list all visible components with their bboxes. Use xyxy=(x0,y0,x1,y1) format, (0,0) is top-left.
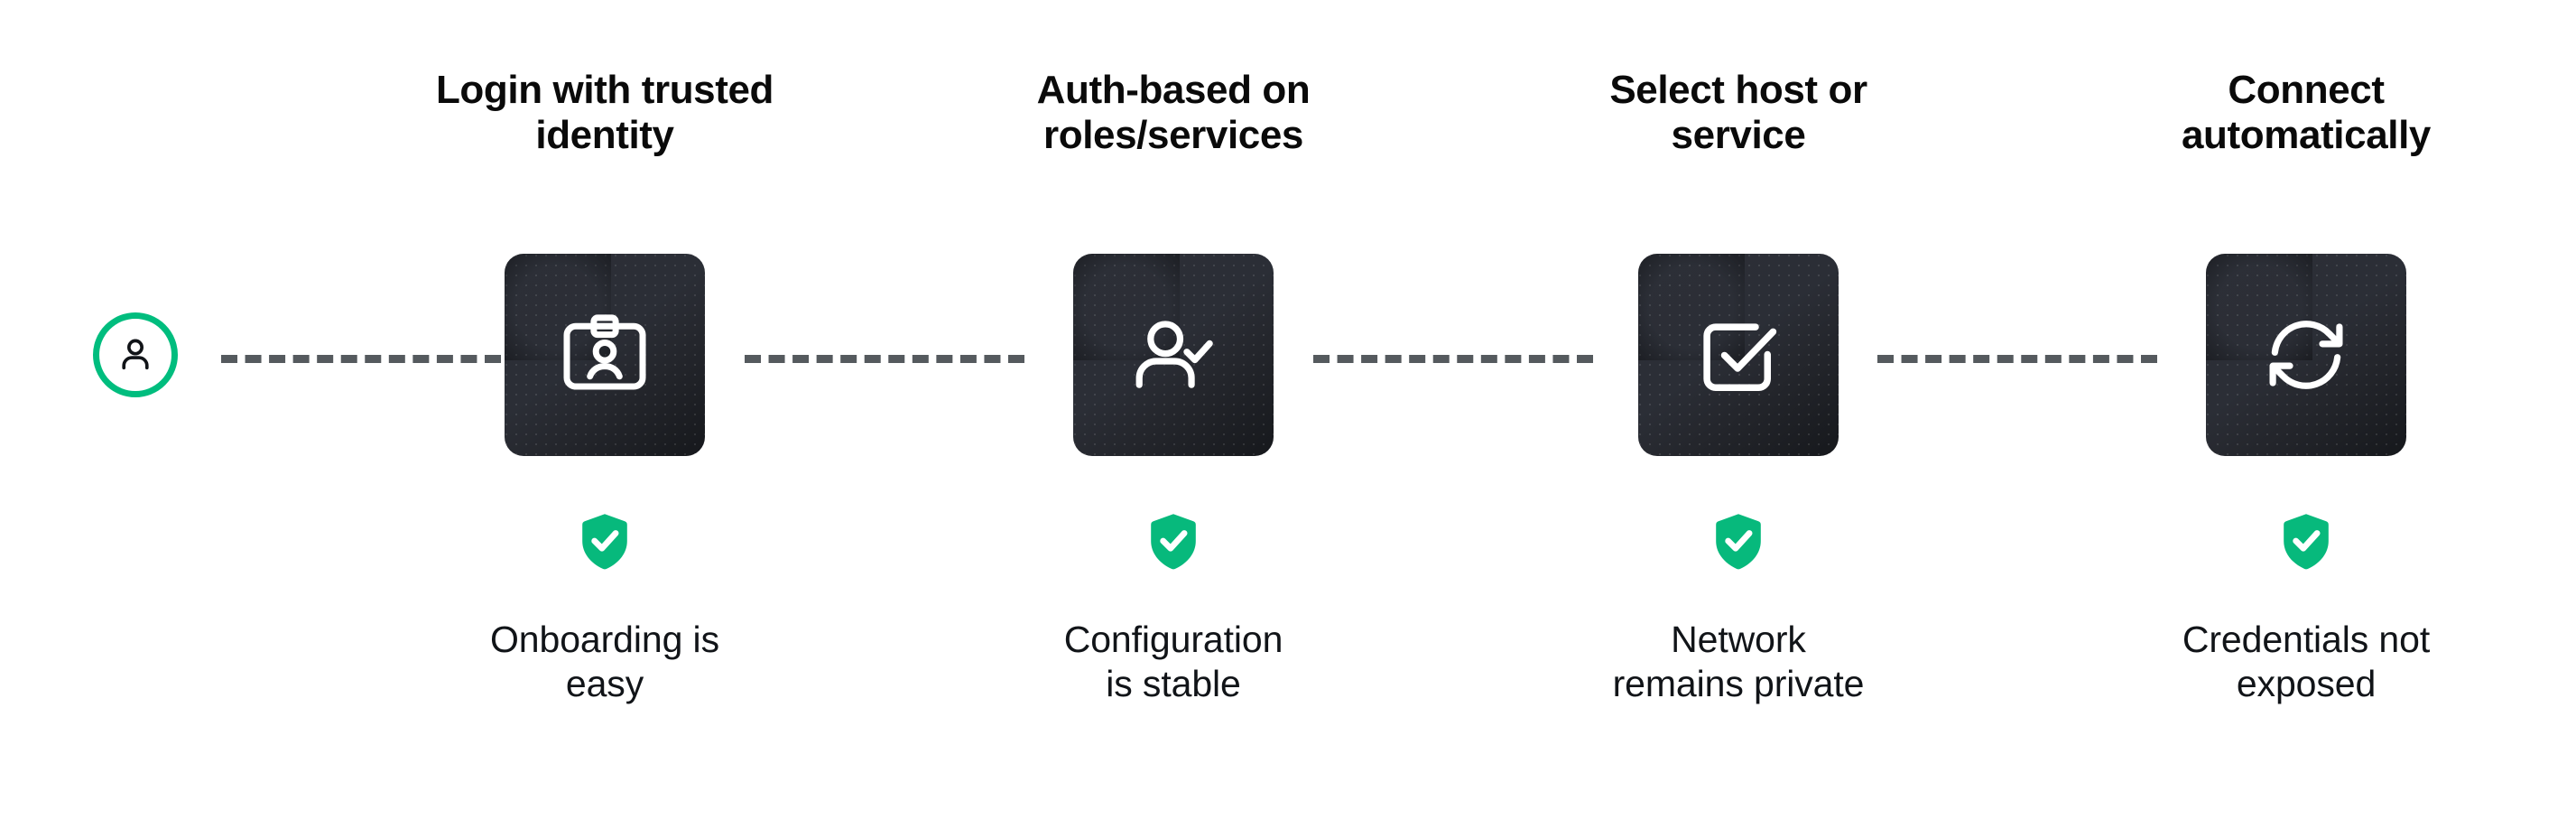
step-caption-3-line1: Network xyxy=(1671,619,1806,660)
benefit-shield-3 xyxy=(1531,510,1946,573)
step-heading-1: Login with trusted identity xyxy=(397,68,812,157)
shield-check-icon xyxy=(577,510,633,573)
step-heading-2-line2: roles/services xyxy=(1043,112,1303,157)
step-heading-3: Select host or service xyxy=(1531,68,1946,157)
step-column-4: Connect automatically Credentials not ex… xyxy=(2099,0,2514,838)
step-caption-1-line1: Onboarding is xyxy=(490,619,719,660)
step-heading-3-line1: Select host or xyxy=(1609,68,1867,112)
step-heading-4: Connect automatically xyxy=(2099,68,2514,157)
diagram-canvas: Login with trusted identity Onboarding i… xyxy=(0,0,2576,838)
step-caption-1: Onboarding is easy xyxy=(379,618,830,706)
step-column-1: Login with trusted identity Onboarding i… xyxy=(397,0,812,838)
shield-check-icon xyxy=(1145,510,1201,573)
step-heading-1-line2: identity xyxy=(535,112,674,157)
user-icon xyxy=(112,331,159,378)
benefit-shield-1 xyxy=(397,510,812,573)
step-caption-2-line1: Configuration xyxy=(1063,619,1283,660)
benefit-shield-4 xyxy=(2099,510,2514,573)
step-tile-4[interactable] xyxy=(2206,254,2406,456)
step-column-3: Select host or service Network remains p… xyxy=(1531,0,1946,838)
step-heading-2-line1: Auth-based on xyxy=(1036,68,1311,112)
user-check-icon xyxy=(1123,304,1224,405)
step-heading-4-line1: Connect xyxy=(2228,68,2385,112)
id-badge-icon xyxy=(554,304,655,405)
step-tile-2[interactable] xyxy=(1073,254,1274,456)
step-column-2: Auth-based on roles/services Configurati… xyxy=(966,0,1381,838)
step-heading-4-line2: automatically xyxy=(2181,112,2431,157)
sync-refresh-icon xyxy=(2257,306,2355,404)
checkbox-check-icon xyxy=(1691,307,1786,403)
step-caption-1-line2: easy xyxy=(565,662,644,704)
step-heading-1-line1: Login with trusted xyxy=(435,68,774,112)
start-node-avatar xyxy=(93,312,178,397)
step-caption-4: Credentials not exposed xyxy=(2080,618,2532,706)
step-caption-3: Network remains private xyxy=(1513,618,1964,706)
step-tile-3[interactable] xyxy=(1638,254,1839,456)
step-caption-3-line2: remains private xyxy=(1612,662,1865,704)
shield-check-icon xyxy=(1710,510,1766,573)
step-heading-3-line2: service xyxy=(1671,112,1806,157)
step-tile-1[interactable] xyxy=(505,254,705,456)
step-caption-4-line1: Credentials not xyxy=(2182,619,2431,660)
step-caption-4-line2: exposed xyxy=(2236,662,2377,704)
step-caption-2: Configuration is stable xyxy=(948,618,1399,706)
benefit-shield-2 xyxy=(966,510,1381,573)
step-heading-2: Auth-based on roles/services xyxy=(966,68,1381,157)
shield-check-icon xyxy=(2278,510,2334,573)
step-caption-2-line2: is stable xyxy=(1106,662,1241,704)
